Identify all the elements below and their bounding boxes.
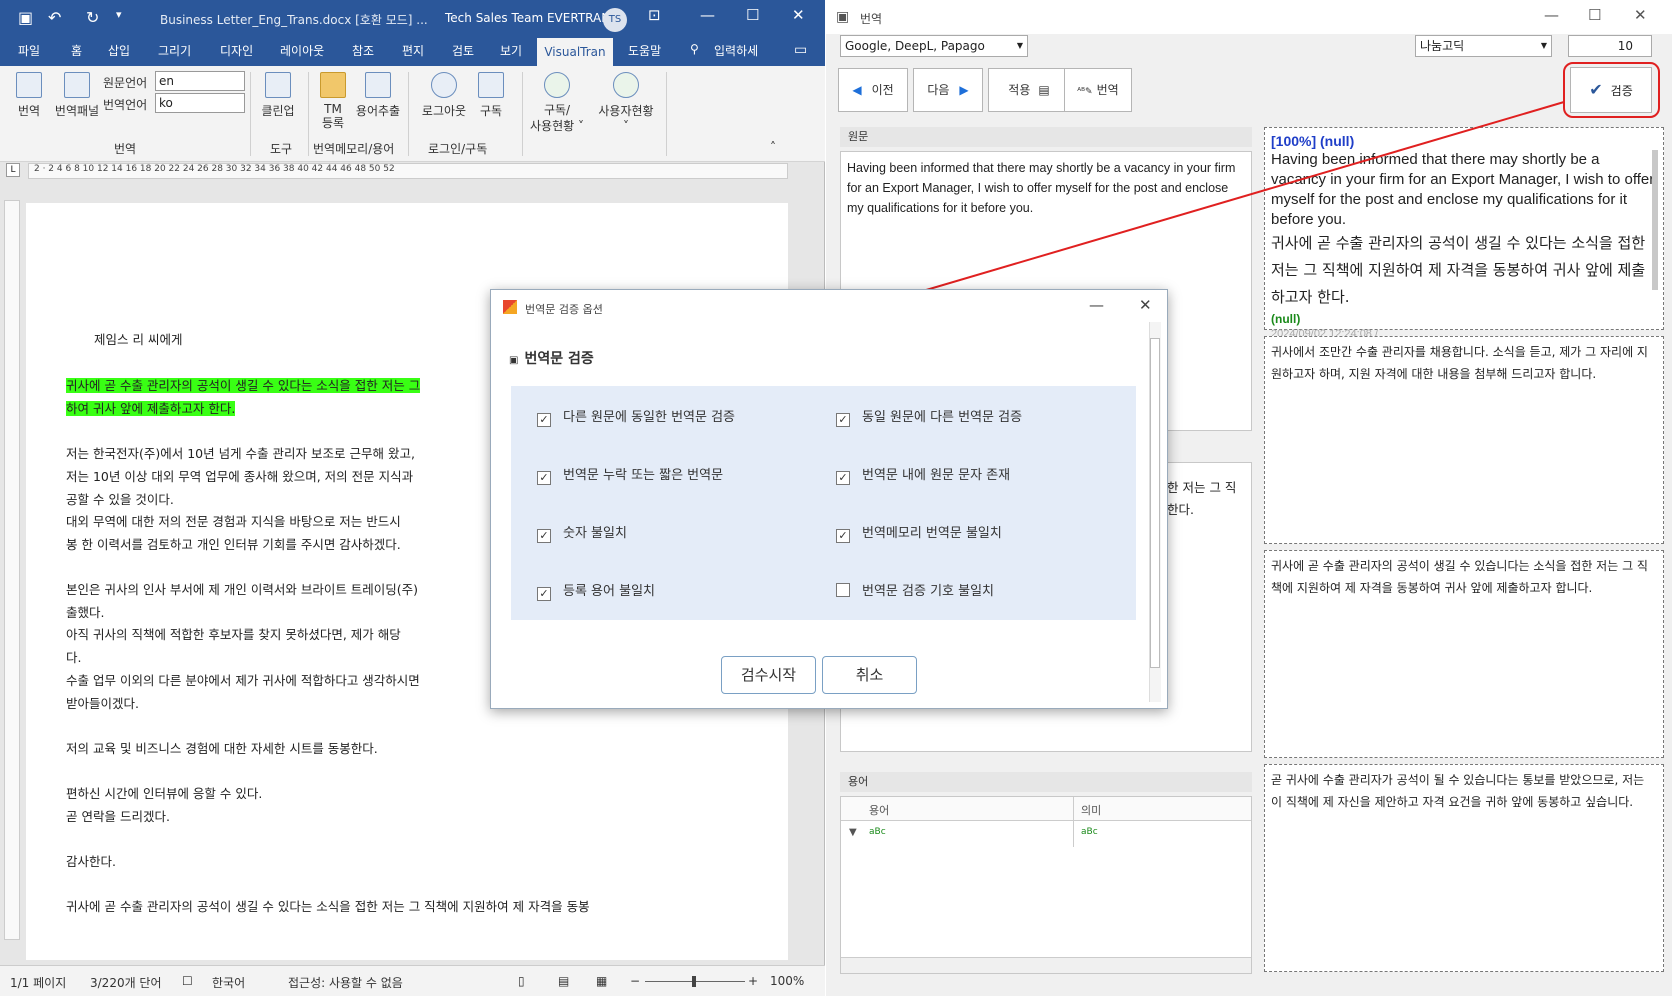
verify-options-dialog: 번역문 검증 옵션 — ✕ ▣ 번역문 검증 ✓ 다른 원문에 동일한 번역문 검증… — [490, 289, 1168, 709]
app-icon — [503, 300, 517, 314]
checkbox[interactable]: ✓ — [836, 529, 850, 543]
section-title: ▣ 번역문 검증 — [509, 351, 594, 367]
checkbox[interactable]: ✓ — [836, 413, 850, 427]
option-source-chars[interactable]: ✓ 번역문 내에 원문 문자 존재 — [836, 464, 1010, 485]
close-icon[interactable]: ✕ — [1139, 296, 1152, 314]
collapse-icon[interactable]: ▣ — [509, 355, 518, 366]
option-tm-mismatch[interactable]: ✓ 번역메모리 번역문 불일치 — [836, 522, 1002, 543]
checkbox[interactable]: ✓ — [836, 471, 850, 485]
checkbox[interactable]: ✓ — [537, 413, 551, 427]
option-missing-short[interactable]: ✓ 번역문 누락 또는 짧은 번역문 — [537, 464, 723, 485]
options-panel: ✓ 다른 원문에 동일한 번역문 검증 ✓ 동일 원문에 다른 번역문 검증 ✓ 번역… — [511, 386, 1136, 620]
option-term-mismatch[interactable]: ✓ 등록 용어 불일치 — [537, 580, 655, 601]
checkbox[interactable]: ✓ — [537, 471, 551, 485]
checkbox[interactable]: ✓ — [537, 587, 551, 601]
minimize-icon[interactable]: — — [1089, 296, 1104, 314]
dialog-title: 번역문 검증 옵션 — [525, 303, 603, 316]
option-diff-target-same-source[interactable]: ✓ 동일 원문에 다른 번역문 검증 — [836, 406, 1022, 427]
checkbox[interactable] — [836, 583, 850, 597]
option-number-mismatch[interactable]: ✓ 숫자 불일치 — [537, 522, 627, 543]
cancel-button[interactable]: 취소 — [822, 656, 917, 694]
option-same-target-diff-source[interactable]: ✓ 다른 원문에 동일한 번역문 검증 — [537, 406, 735, 427]
start-review-button[interactable]: 검수시작 — [721, 656, 816, 694]
checkbox[interactable]: ✓ — [537, 529, 551, 543]
option-symbol-mismatch[interactable]: 번역문 검증 기호 불일치 — [836, 580, 994, 599]
scrollbar-thumb[interactable] — [1150, 338, 1160, 668]
